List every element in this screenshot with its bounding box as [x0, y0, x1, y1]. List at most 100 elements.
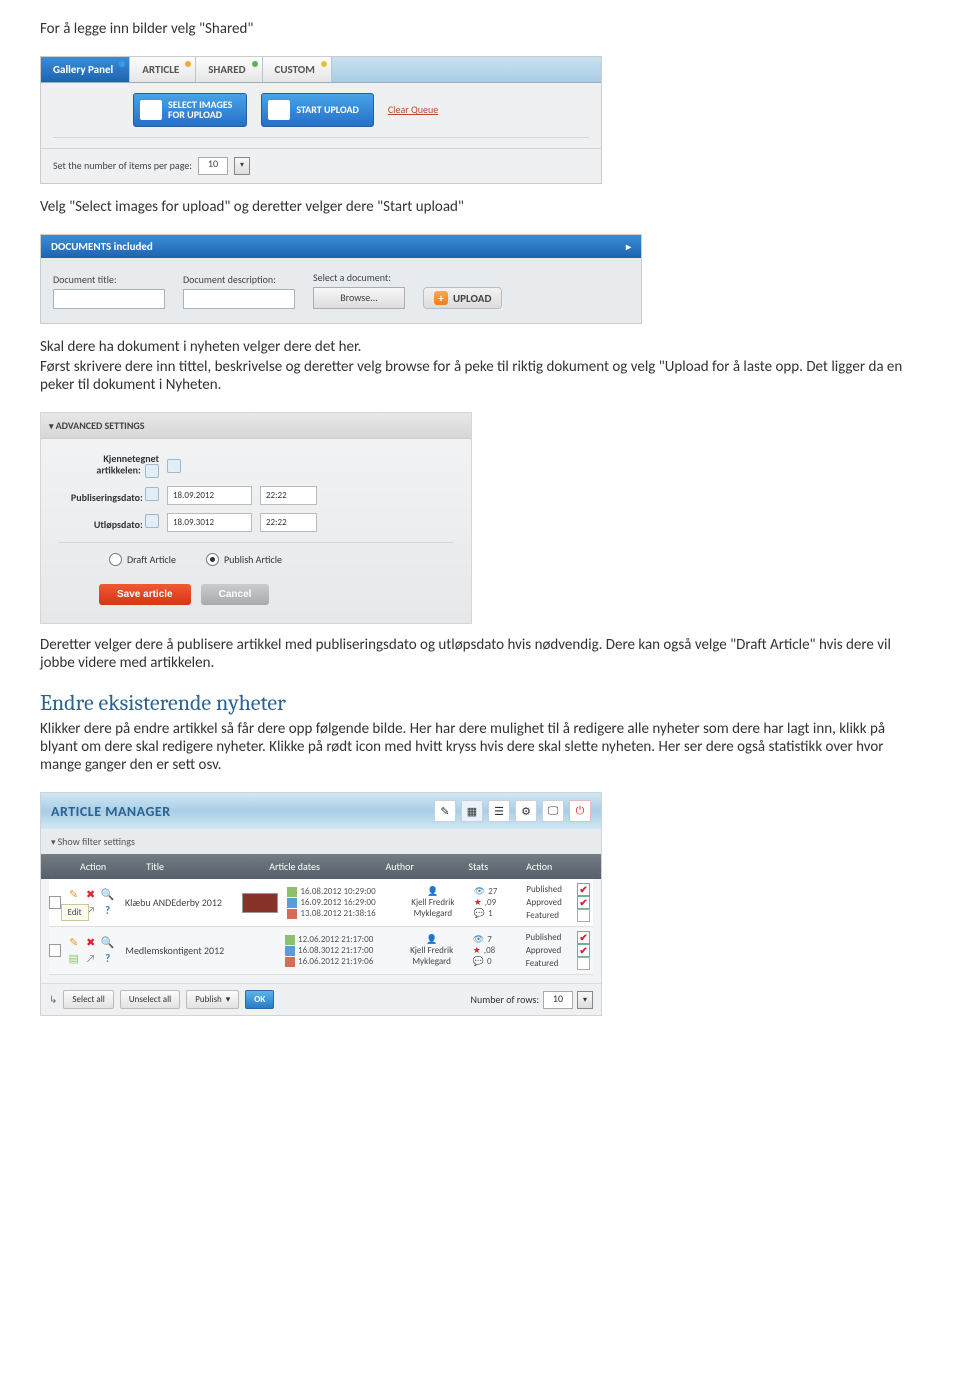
calendar-icon [287, 898, 297, 908]
eye-icon: 👁 [473, 934, 484, 945]
featured-checkbox[interactable] [167, 459, 181, 473]
doc-select-label: Select a document: [313, 272, 405, 284]
user-icon: 👤 [396, 934, 466, 945]
col-stats: Stats [460, 854, 518, 879]
items-per-page-input[interactable]: 10 [198, 157, 228, 175]
pencil-icon[interactable]: ✎ [434, 800, 456, 822]
browse-button[interactable]: Browse... [313, 287, 405, 309]
paragraph-6: Klikker dere på endre artikkel så får de… [40, 720, 920, 774]
featured-checkbox[interactable] [577, 909, 590, 922]
article-title[interactable]: Medlemskontigent 2012 [125, 944, 237, 957]
monitor-icon[interactable]: 🖵 [542, 800, 564, 822]
col-author: Author [377, 854, 460, 879]
documents-panel-screenshot: DOCUMENTS included ▸ Document title: Doc… [40, 234, 642, 324]
tools-icon[interactable]: ⚙ [515, 800, 537, 822]
help-icon[interactable] [145, 464, 159, 478]
dot-icon [252, 61, 258, 67]
am-title: ARTICLE MANAGER [51, 803, 171, 820]
cards-icon[interactable]: ▦ [461, 800, 483, 822]
paragraph-1: For å legge inn bilder velg "Shared" [40, 20, 920, 38]
tab-custom[interactable]: CUSTOM [263, 57, 332, 82]
published-checkbox[interactable]: ✔ [577, 883, 590, 896]
help-icon[interactable] [145, 487, 159, 501]
rows-input[interactable]: 10 [543, 991, 573, 1009]
move-icon[interactable]: ↗ [84, 952, 98, 966]
exp-date-input[interactable]: 18.09.3012 [167, 513, 252, 532]
tab-shared[interactable]: SHARED [196, 57, 262, 82]
delete-icon[interactable]: ✖ [84, 888, 98, 902]
list-icon[interactable]: ☰ [488, 800, 510, 822]
clear-queue-link[interactable]: Clear Queue [388, 104, 438, 116]
rows-label: Number of rows: [471, 993, 539, 1006]
edit-icon[interactable]: ✎ Edit [67, 888, 81, 902]
help-icon[interactable]: ? [101, 952, 115, 966]
select-images-button[interactable]: 🖼 SELECT IMAGES FOR UPLOAD [133, 93, 247, 127]
gallery-panel-screenshot: Gallery Panel ARTICLE SHARED CUSTOM 🖼 SE… [40, 56, 602, 184]
chevron-icon[interactable]: ▸ [626, 241, 631, 253]
col-action: Action [72, 854, 138, 879]
doc-title-input[interactable] [53, 289, 165, 309]
paragraph-2: Velg "Select images for upload" og deret… [40, 198, 920, 216]
star-icon: ★ [473, 945, 481, 956]
filter-toggle[interactable]: Show filter settings [58, 835, 135, 848]
published-checkbox[interactable]: ✔ [577, 931, 590, 944]
tab-article[interactable]: ARTICLE [130, 57, 196, 82]
paragraph-4: Først skrivere dere inn tittel, beskrive… [40, 358, 920, 394]
eye-icon: 👁 [474, 886, 485, 897]
advanced-header: ADVANCED SETTINGS [56, 419, 145, 432]
approved-checkbox[interactable]: ✔ [577, 944, 590, 957]
preview-icon[interactable]: 🔍 [101, 888, 115, 902]
doc-desc-input[interactable] [183, 289, 295, 309]
dropdown-icon[interactable]: ▾ [234, 157, 250, 175]
exp-time-input[interactable]: 22:22 [260, 513, 317, 532]
user-icon: 👤 [398, 886, 468, 897]
comment-icon: 💬 [473, 956, 484, 967]
dropdown-icon[interactable]: ▾ [577, 991, 593, 1009]
star-icon: ★ [474, 897, 482, 908]
edit-icon[interactable]: ✎ [67, 936, 81, 950]
article-title[interactable]: Klæbu ANDEderby 2012 [125, 896, 237, 909]
pub-time-input[interactable]: 22:22 [260, 486, 317, 505]
draft-radio[interactable]: Draft Article [109, 553, 176, 566]
copy-icon[interactable]: ▤ [67, 952, 81, 966]
calendar-icon [285, 946, 295, 956]
row-checkbox[interactable] [49, 896, 61, 909]
col-action2: Action [518, 854, 601, 879]
help-icon[interactable]: ? [101, 904, 115, 918]
thumbnail [242, 893, 278, 913]
upload-button[interactable]: + UPLOAD [423, 287, 502, 309]
calendar-icon [287, 909, 297, 919]
gallery-panel-tab[interactable]: Gallery Panel [41, 57, 130, 82]
upload-icon: ⬆ [268, 100, 290, 120]
select-all-button[interactable]: Select all [63, 990, 113, 1009]
heading-endre: Endre eksisterende nyheter [40, 690, 920, 716]
bulk-action-select[interactable]: Publish▾ [186, 990, 239, 1009]
calendar-icon [287, 887, 297, 897]
featured-checkbox[interactable] [577, 957, 590, 970]
images-icon: 🖼 [140, 100, 162, 120]
calendar-icon [285, 957, 295, 967]
items-per-page-label: Set the number of items per page: [53, 160, 192, 172]
preview-icon[interactable]: 🔍 [101, 936, 115, 950]
paragraph-3: Skal dere ha dokument i nyheten velger d… [40, 338, 920, 356]
help-icon[interactable] [145, 514, 159, 528]
start-upload-button[interactable]: ⬆ START UPLOAD [261, 93, 374, 127]
delete-icon[interactable]: ✖ [84, 936, 98, 950]
unselect-all-button[interactable]: Unselect all [120, 990, 180, 1009]
cancel-button[interactable]: Cancel [201, 584, 270, 605]
col-dates: Article dates [261, 854, 377, 879]
dot-icon [321, 61, 327, 67]
publish-radio[interactable]: Publish Article [206, 553, 282, 566]
row-checkbox[interactable] [49, 944, 61, 957]
comment-icon: 💬 [474, 908, 485, 919]
approved-checkbox[interactable]: ✔ [577, 896, 590, 909]
plus-icon: + [434, 291, 448, 305]
documents-header: DOCUMENTS included [51, 240, 153, 253]
pub-date-input[interactable]: 18.09.2012 [167, 486, 252, 505]
advanced-settings-screenshot: ▾ ADVANCED SETTINGS Kjennetegnet artikke… [40, 412, 472, 624]
table-row: ✎ Edit ✖ 🔍 ▤ ↗ ? Klæbu ANDEderby 2012 16… [49, 879, 593, 927]
save-button[interactable]: Save article [99, 584, 191, 605]
dot-icon [119, 61, 125, 67]
power-icon[interactable]: ⏻ [569, 800, 591, 822]
ok-button[interactable]: OK [245, 990, 274, 1009]
